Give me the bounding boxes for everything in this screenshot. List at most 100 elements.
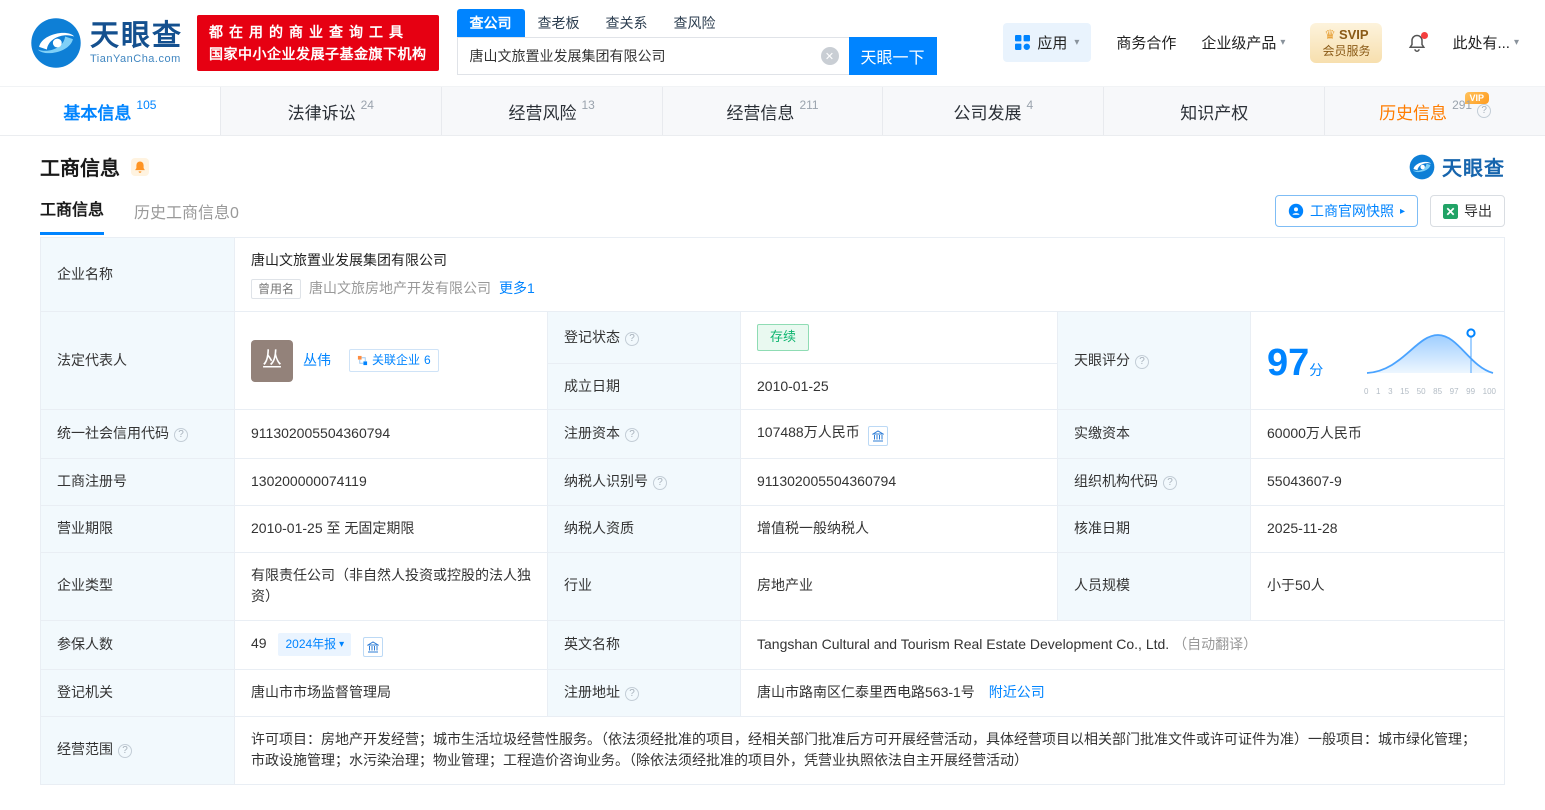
official-snapshot-button[interactable]: 工商官网快照 ▸	[1275, 195, 1418, 227]
reg-status-label: 登记状态	[564, 329, 620, 345]
subscribe-bell-icon[interactable]	[130, 157, 150, 177]
search-tabs: 查公司 查老板 查关系 查风险	[457, 11, 937, 37]
score-axis: 0131550859799100	[1364, 386, 1496, 398]
svip-member-badge[interactable]: ♛ SVIP 会员服务	[1310, 23, 1382, 63]
company-name: 唐山文旅置业发展集团有限公司	[251, 250, 1488, 272]
annual-report-badge[interactable]: 2024年报 ▾	[278, 633, 351, 656]
search-area: 查公司 查老板 查关系 查风险 ✕ 天眼一下	[457, 11, 937, 75]
auto-translate-note: （自动翻译）	[1173, 636, 1257, 652]
table-row: 企业类型 有限责任公司（非自然人投资或控股的法人独资） 行业 房地产业 人员规模…	[41, 552, 1505, 620]
more-former-names-link[interactable]: 更多1	[499, 278, 535, 300]
header-nav: 应用 ▾ 商务合作 企业级产品 ▾ ♛ SVIP 会员服务 此处有... ▾	[1003, 23, 1519, 63]
search-button[interactable]: 天眼一下	[849, 37, 937, 75]
tab-label: 经营信息	[726, 99, 794, 124]
tab-label: 历史信息	[1379, 99, 1447, 124]
business-scope-label-cell: 经营范围	[41, 716, 235, 784]
apps-menu[interactable]: 应用 ▾	[1003, 23, 1091, 62]
nav-enterprise[interactable]: 企业级产品 ▾	[1201, 32, 1285, 53]
snapshot-icon	[1288, 203, 1304, 219]
tab-basic-info[interactable]: 基本信息 105	[0, 87, 221, 135]
approval-date-label: 核准日期	[1058, 505, 1251, 552]
reg-capital-label-cell: 注册资本	[548, 410, 741, 459]
chevron-down-icon: ▾	[1514, 37, 1519, 48]
notification-bell-icon[interactable]	[1407, 33, 1427, 53]
credit-code: 911302005504360794	[235, 410, 548, 459]
export-button[interactable]: 导出	[1430, 195, 1505, 227]
tab-label: 知识产权	[1180, 99, 1248, 124]
score-label-cell: 天眼评分	[1058, 312, 1251, 410]
help-icon[interactable]	[1163, 476, 1177, 490]
org-code: 55043607-9	[1251, 459, 1505, 506]
help-icon[interactable]	[653, 476, 667, 490]
arrow-right-icon: ▸	[1400, 206, 1405, 217]
legal-rep-link[interactable]: 丛伟	[303, 350, 331, 372]
top-header: 天眼查 TianYanCha.com 都在用的商业查询工具 国家中小企业发展子基…	[0, 0, 1545, 86]
industry: 房地产业	[741, 552, 1058, 620]
taxpayer-id: 911302005504360794	[741, 459, 1058, 506]
help-icon[interactable]	[118, 744, 132, 758]
table-row: 登记机关 唐山市市场监督管理局 注册地址 唐山市路南区仁泰里西电路563-1号 …	[41, 669, 1505, 716]
search-tab-relation[interactable]: 查关系	[593, 9, 661, 37]
brand-name: 天眼查	[90, 20, 183, 53]
chevron-down-icon: ▾	[1074, 37, 1079, 48]
tab-history-info[interactable]: VIP 历史信息 291	[1325, 87, 1545, 135]
subtab-history-business-info[interactable]: 历史工商信息0	[134, 199, 239, 235]
reg-address-label-cell: 注册地址	[548, 669, 741, 716]
search-tab-risk[interactable]: 查风险	[661, 9, 729, 37]
tab-company-development[interactable]: 公司发展 4	[883, 87, 1104, 135]
clear-icon[interactable]: ✕	[821, 47, 839, 65]
nav-cooperation[interactable]: 商务合作	[1116, 32, 1176, 53]
reg-authority: 唐山市市场监督管理局	[235, 669, 548, 716]
credit-code-label: 统一社会信用代码	[57, 425, 169, 441]
related-companies-badge[interactable]: 关联企业 6	[349, 349, 439, 372]
score-marker	[1467, 329, 1474, 336]
nearby-companies-link[interactable]: 附近公司	[989, 684, 1045, 700]
excel-icon	[1443, 204, 1458, 219]
section-title: 工商信息	[40, 152, 120, 181]
staff-size: 小于50人	[1251, 552, 1505, 620]
tab-intellectual-property[interactable]: 知识产权	[1104, 87, 1325, 135]
taxpayer-id-label: 纳税人识别号	[564, 473, 648, 489]
tab-business-info[interactable]: 经营信息 211	[663, 87, 884, 135]
legal-rep-avatar[interactable]: 丛	[251, 340, 293, 382]
insured-compare-icon[interactable]	[363, 637, 383, 657]
section-watermark-logo: 天眼查	[1409, 152, 1505, 181]
help-icon[interactable]	[1477, 104, 1491, 118]
help-icon[interactable]	[625, 332, 639, 346]
tab-operating-risk[interactable]: 经营风险 13	[442, 87, 663, 135]
svip-sublabel: 会员服务	[1322, 44, 1370, 60]
business-info-table: 企业名称 唐山文旅置业发展集团有限公司 曾用名 唐山文旅房地产开发有限公司 更多…	[40, 237, 1505, 785]
svip-label: SVIP	[1339, 27, 1369, 44]
nav-enterprise-label: 企业级产品	[1201, 32, 1276, 53]
taxpayer-quality-label: 纳税人资质	[548, 505, 741, 552]
search-tab-company[interactable]: 查公司	[457, 9, 525, 37]
tianyancha-logo[interactable]: 天眼查 TianYanCha.com	[30, 17, 183, 69]
company-type: 有限责任公司（非自然人投资或控股的法人独资）	[235, 552, 548, 620]
reg-authority-label: 登记机关	[41, 669, 235, 716]
help-icon[interactable]	[174, 428, 188, 442]
help-icon[interactable]	[625, 428, 639, 442]
chevron-down-icon: ▾	[339, 637, 344, 653]
search-tab-boss[interactable]: 查老板	[525, 9, 593, 37]
former-name-badge: 曾用名	[251, 279, 301, 299]
help-icon[interactable]	[625, 687, 639, 701]
score-label: 天眼评分	[1074, 352, 1130, 368]
snapshot-label: 工商官网快照	[1310, 201, 1394, 221]
brand-domain: TianYanCha.com	[90, 53, 183, 66]
capital-compare-icon[interactable]	[868, 426, 888, 446]
establish-date-label: 成立日期	[548, 363, 741, 410]
related-company-icon	[357, 355, 368, 366]
tab-legal[interactable]: 法律诉讼 24	[221, 87, 442, 135]
search-input[interactable]	[457, 37, 849, 75]
tab-count: 13	[581, 98, 594, 112]
tianyan-score[interactable]: 97分	[1267, 327, 1496, 399]
annual-report-label: 2024年报	[285, 635, 336, 654]
reg-number: 130200000074119	[235, 459, 548, 506]
chevron-down-icon: ▾	[1280, 37, 1285, 48]
credit-code-label-cell: 统一社会信用代码	[41, 410, 235, 459]
user-menu[interactable]: 此处有... ▾	[1452, 32, 1519, 53]
english-name-label: 英文名称	[548, 620, 741, 669]
status-badge: 存续	[757, 324, 809, 350]
help-icon[interactable]	[1135, 355, 1149, 369]
subtab-business-info[interactable]: 工商信息	[40, 196, 104, 235]
